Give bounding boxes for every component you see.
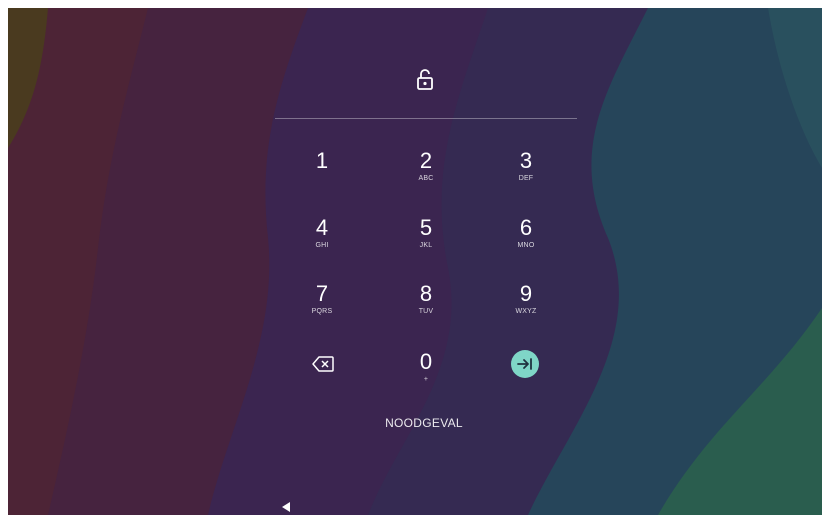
key-9[interactable]: 9 WXYZ <box>494 281 558 337</box>
lock-icon <box>417 69 433 90</box>
key-5[interactable]: 5 JKL <box>394 215 458 271</box>
key-digit: 9 <box>519 281 533 306</box>
key-digit: 1 <box>315 148 329 173</box>
key-letters: MNO <box>517 242 535 249</box>
key-6[interactable]: 6 MNO <box>494 215 558 271</box>
enter-button[interactable] <box>511 350 539 378</box>
key-letters: WXYZ <box>515 308 537 315</box>
arrow-to-end-icon <box>517 358 532 370</box>
key-letters: + <box>423 376 429 383</box>
key-digit: 4 <box>315 215 329 240</box>
key-0[interactable]: 0 + <box>394 349 458 405</box>
key-letters: TUV <box>418 308 434 315</box>
key-1[interactable]: 1 <box>290 148 354 204</box>
lock-screen: 1 2 ABC 3 DEF 4 GHI 5 JKL 6 MNO 7 PQRS 8… <box>8 8 822 515</box>
emergency-call-button[interactable]: NOODGEVAL <box>368 416 480 430</box>
key-letters: PQRS <box>311 308 333 315</box>
key-4[interactable]: 4 GHI <box>290 215 354 271</box>
backspace-icon[interactable] <box>312 356 334 372</box>
key-digit: 3 <box>519 148 533 173</box>
key-digit: 2 <box>419 148 433 173</box>
key-8[interactable]: 8 TUV <box>394 281 458 337</box>
key-letters: ABC <box>418 175 434 182</box>
key-digit: 6 <box>519 215 533 240</box>
key-3[interactable]: 3 DEF <box>494 148 558 204</box>
key-digit: 7 <box>315 281 329 306</box>
key-7[interactable]: 7 PQRS <box>290 281 354 337</box>
key-letters: JKL <box>419 242 433 249</box>
key-letters: GHI <box>315 242 329 249</box>
key-digit: 5 <box>419 215 433 240</box>
key-digit: 8 <box>419 281 433 306</box>
pin-entry-line <box>275 118 577 119</box>
key-2[interactable]: 2 ABC <box>394 148 458 204</box>
key-digit: 0 <box>419 349 433 374</box>
triangle-back-icon[interactable] <box>280 501 292 513</box>
key-letters: DEF <box>518 175 534 182</box>
